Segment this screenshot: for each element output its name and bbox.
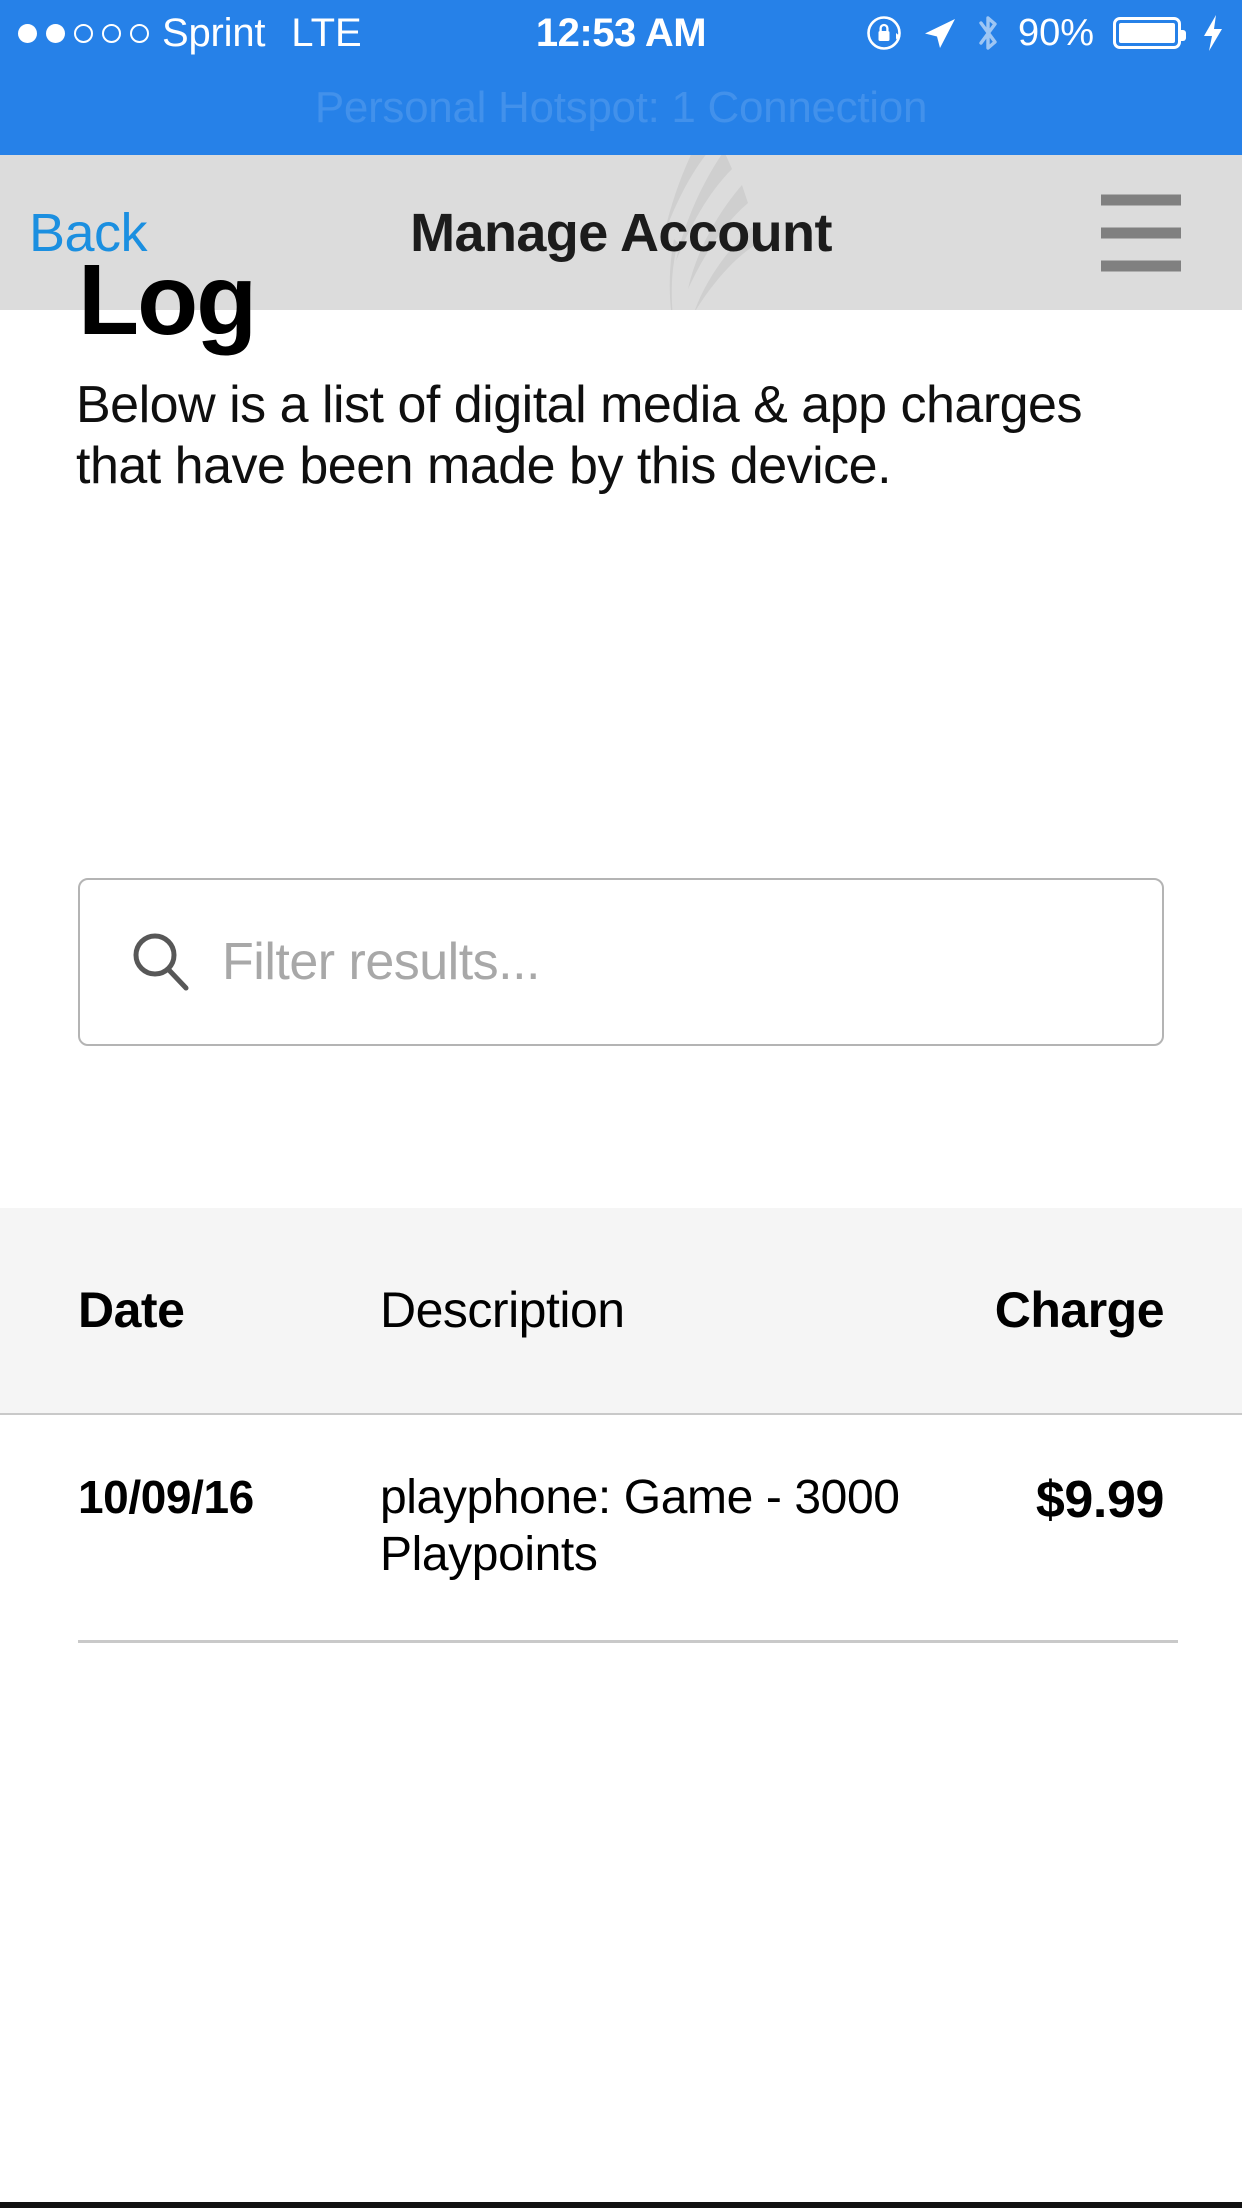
status-bar-right: 90% bbox=[865, 12, 1226, 54]
cell-date: 10/09/16 bbox=[78, 1471, 254, 1523]
charges-table: Date Description Charge 10/09/16 playpho… bbox=[0, 1208, 1242, 1644]
table-row[interactable]: 10/09/16 playphone: Game - 3000 Playpoin… bbox=[0, 1415, 1242, 1644]
location-arrow-icon bbox=[924, 19, 955, 48]
intro-paragraph: Below is a list of digital media & app c… bbox=[76, 376, 1082, 496]
page-content: Log Below is a list of digital media & a… bbox=[0, 245, 1242, 2208]
cell-charge: $9.99 bbox=[1035, 1471, 1165, 1529]
column-header-description: Description bbox=[380, 1282, 625, 1338]
column-header-charge: Charge bbox=[994, 1282, 1165, 1338]
personal-hotspot-bar[interactable]: Personal Hotspot: 1 Connection Sprint LT… bbox=[0, 0, 1242, 155]
status-bar: Sprint LTE 12:53 AM 90% bbox=[0, 0, 1242, 66]
search-icon bbox=[133, 933, 189, 991]
search-input[interactable] bbox=[222, 880, 1162, 1044]
section-heading: Log bbox=[78, 244, 257, 356]
rotation-lock-icon bbox=[867, 16, 901, 50]
battery-percent-label: 90% bbox=[1017, 12, 1094, 54]
screen-bottom-edge bbox=[0, 2202, 1242, 2208]
bluetooth-icon bbox=[979, 16, 997, 50]
hamburger-menu-icon[interactable] bbox=[1101, 194, 1181, 271]
charging-bolt-icon bbox=[1204, 15, 1222, 51]
column-header-date: Date bbox=[78, 1282, 185, 1338]
hotspot-banner-label: Personal Hotspot: 1 Connection bbox=[314, 83, 928, 132]
row-divider bbox=[78, 1640, 1178, 1644]
table-header-row: Date Description Charge bbox=[0, 1208, 1242, 1415]
cell-description: playphone: Game - 3000 Playpoints bbox=[380, 1471, 900, 1581]
filter-search-field[interactable] bbox=[78, 878, 1164, 1046]
battery-icon bbox=[1113, 17, 1186, 49]
